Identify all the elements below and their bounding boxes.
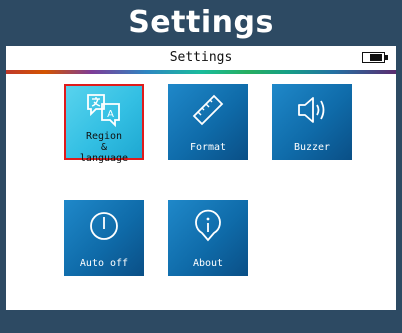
tile-label: Auto off (79, 258, 129, 269)
tile-label: Buzzer (293, 142, 331, 153)
bottom-bar (0, 310, 402, 333)
color-stripe (6, 70, 396, 74)
device-screen: Settings A Region & language Format Buzz… (6, 46, 396, 310)
tile-about[interactable]: About (168, 200, 248, 276)
device-frame: Settings Settings A Region & language Fo… (0, 0, 402, 333)
tile-region-language[interactable]: A Region & language (64, 84, 144, 164)
tile-format[interactable]: Format (168, 84, 248, 160)
battery-icon (362, 52, 388, 63)
tile-label: Region & language (79, 131, 129, 164)
region-language-icon: A (87, 94, 120, 128)
speaker-icon (298, 97, 325, 123)
status-bar: Settings (6, 46, 396, 70)
ruler-icon (192, 94, 224, 126)
status-bar-title: Settings (169, 50, 233, 65)
page-title: Settings (0, 0, 402, 46)
svg-text:A: A (107, 109, 114, 120)
tile-buzzer[interactable]: Buzzer (272, 84, 352, 160)
tile-auto-off[interactable]: Auto off (64, 200, 144, 276)
tile-label: Format (189, 142, 227, 153)
power-icon (90, 212, 118, 240)
tile-label: About (192, 258, 224, 269)
info-icon (195, 209, 221, 242)
frame-right-edge (396, 46, 402, 310)
